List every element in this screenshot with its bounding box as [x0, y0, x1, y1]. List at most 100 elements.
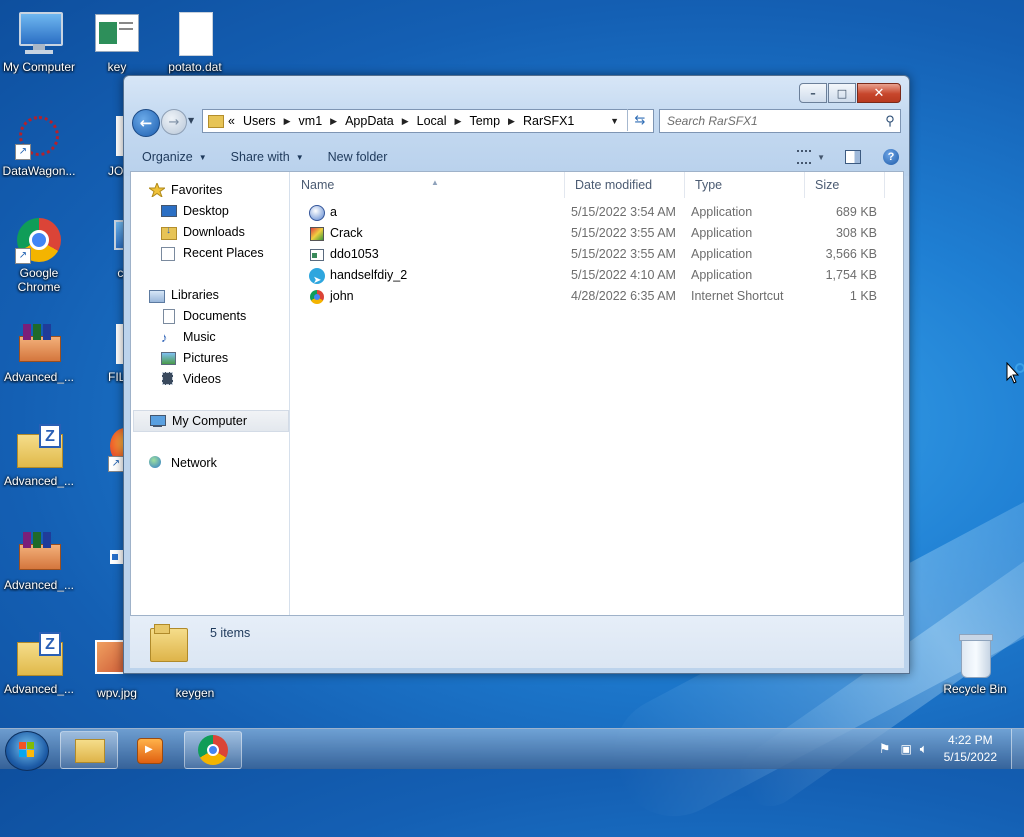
folder-icon [150, 622, 188, 662]
desktop-icon-advanced-4[interactable]: Z Advanced_... [0, 632, 79, 696]
address-bar[interactable]: « Users ▶ vm1 ▶ AppData ▶ Local ▶ Temp ▶ RarS… [202, 109, 654, 133]
file-row[interactable]: Crack 5/15/2022 3:55 AM Application 308 … [291, 223, 903, 244]
column-header-name[interactable]: ▲ Name [291, 172, 565, 198]
file-name: Crack [330, 226, 363, 240]
address-overflow[interactable]: « [228, 114, 235, 128]
navigation-pane: Favorites Desktop ↓ Downloads Recent Pla… [131, 172, 290, 615]
desktop-icon-recycle-bin[interactable]: Recycle Bin [935, 632, 1015, 696]
chevron-right-icon[interactable]: ▶ [455, 116, 462, 127]
desktop-icon-advanced-1[interactable]: Advanced_... [0, 320, 79, 384]
breadcrumb-appdata[interactable]: AppData [345, 114, 394, 128]
desktop-icon-label: Advanced_... [3, 474, 75, 488]
help-icon[interactable]: ? [883, 149, 899, 165]
back-button[interactable]: ← [132, 109, 160, 137]
desktop-icon-advanced-3[interactable]: Advanced_... [0, 528, 79, 592]
file-type: Internet Shortcut [691, 289, 784, 303]
desktop-icon-label: Advanced_... [3, 578, 75, 592]
recent-pages-dropdown[interactable]: ▼ [188, 116, 194, 125]
column-header-size[interactable]: Size [805, 172, 885, 198]
desktop-icon-my-computer[interactable]: My Computer [0, 10, 79, 74]
nav-label: Libraries [171, 288, 219, 302]
change-view-icon[interactable] [797, 150, 812, 164]
file-size: 3,566 KB [825, 247, 877, 261]
chevron-right-icon[interactable]: ▶ [508, 116, 515, 127]
taskbar-chrome-button[interactable] [184, 731, 242, 769]
breadcrumb-rarsfx1[interactable]: RarSFX1 [523, 114, 574, 128]
desktop-icon-key[interactable]: key [77, 10, 157, 74]
taskbar-media-player-button[interactable]: ▶ [122, 731, 180, 769]
file-size: 308 KB [835, 226, 877, 240]
address-dropdown-icon[interactable]: ▼ [610, 116, 619, 126]
refresh-icon: ⇆ [634, 112, 646, 128]
maximize-button[interactable]: □ [828, 83, 856, 103]
chevron-right-icon[interactable]: ▶ [402, 116, 409, 127]
chevron-right-icon[interactable]: ▶ [284, 116, 291, 127]
forward-button[interactable]: → [161, 109, 187, 135]
volume-icon[interactable]: 🔈︎ [920, 741, 928, 757]
nav-my-computer[interactable]: My Computer [133, 410, 289, 432]
clock[interactable]: 4:22 PM 5/15/2022 [944, 732, 997, 766]
network-status-icon[interactable]: ▣ [900, 742, 911, 756]
share-with-button[interactable]: Share with ▼ [219, 150, 316, 164]
close-button[interactable]: ✕ [857, 83, 901, 103]
nav-pictures[interactable]: Pictures [161, 348, 228, 368]
nav-music[interactable]: ♪ Music [161, 327, 216, 347]
recycle-bin-icon [951, 632, 999, 680]
nav-label: Favorites [171, 183, 223, 197]
start-button[interactable] [5, 731, 49, 771]
refresh-button[interactable]: ⇆ [627, 109, 652, 131]
desktop-icon-label: key [107, 60, 127, 74]
desktop-icon-google-chrome[interactable]: ↗ Google Chrome [0, 216, 79, 294]
nav-videos[interactable]: Videos [161, 369, 221, 389]
taskbar-explorer-button[interactable] [60, 731, 118, 769]
nav-recent-places[interactable]: Recent Places [161, 243, 264, 263]
close-icon: ✕ [873, 85, 885, 101]
libraries-icon [149, 288, 165, 303]
nav-desktop[interactable]: Desktop [161, 201, 229, 221]
action-center-flag-icon[interactable]: ⚑ [879, 741, 891, 757]
file-row[interactable]: a 5/15/2022 3:54 AM Application 689 KB [291, 202, 903, 223]
search-icon[interactable]: ⚲ [880, 113, 900, 129]
windows-logo-icon [19, 742, 34, 757]
desktop-icon-label: DataWagon... [2, 164, 76, 178]
breadcrumb-temp[interactable]: Temp [469, 114, 500, 128]
nav-documents[interactable]: Documents [161, 306, 246, 326]
preview-pane-icon[interactable] [845, 150, 861, 164]
documents-icon [161, 309, 177, 324]
file-row[interactable]: john 4/28/2022 6:35 AM Internet Shortcut… [291, 286, 903, 307]
clock-date: 5/15/2022 [943, 750, 997, 764]
organize-button[interactable]: Organize ▼ [130, 150, 219, 164]
new-folder-button[interactable]: New folder [316, 150, 400, 164]
file-row[interactable]: ➤ handselfdiy_2 5/15/2022 4:10 AM Applica… [291, 265, 903, 286]
desktop-icon-label: Recycle Bin [943, 682, 1007, 696]
desktop-icon-label: Google Chrome [17, 266, 61, 294]
minimize-button[interactable]: – [799, 83, 827, 103]
desktop-icon-datawagon[interactable]: ↗ DataWagon... [0, 114, 79, 178]
folder-icon [208, 114, 224, 128]
nav-label: Videos [183, 372, 221, 386]
downloads-folder-icon: ↓ [161, 225, 177, 240]
file-row[interactable]: ddo1053 5/15/2022 3:55 AM Application 3,… [291, 244, 903, 265]
chevron-right-icon[interactable]: ▶ [330, 116, 337, 127]
column-header-date-modified[interactable]: Date modified [565, 172, 685, 198]
film-strip-icon [161, 372, 177, 386]
search-placeholder: Search RarSFX1 [667, 114, 758, 128]
nav-favorites[interactable]: Favorites [147, 180, 223, 200]
file-name: a [330, 205, 337, 219]
breadcrumb-local[interactable]: Local [417, 114, 447, 128]
view-dropdown-icon[interactable]: ▼ [817, 153, 825, 162]
desktop-icon-potato-dat[interactable]: potato.dat [155, 10, 235, 74]
nav-libraries[interactable]: Libraries [149, 285, 219, 305]
show-desktop-button[interactable] [1011, 729, 1024, 769]
desktop-icon-label: Advanced_... [3, 370, 75, 384]
desktop-icon-advanced-2[interactable]: Z Advanced_... [0, 424, 79, 488]
breadcrumb-vm1[interactable]: vm1 [299, 114, 323, 128]
telegram-icon: ➤ [309, 267, 325, 286]
zip-folder-icon: Z [15, 424, 63, 472]
nav-network[interactable]: Network [149, 453, 217, 473]
nav-downloads[interactable]: ↓ Downloads [161, 222, 245, 242]
search-input[interactable]: Search RarSFX1 ⚲ [659, 109, 901, 133]
sort-ascending-icon: ▲ [431, 178, 439, 187]
column-header-type[interactable]: Type [685, 172, 805, 198]
breadcrumb-users[interactable]: Users [243, 114, 276, 128]
